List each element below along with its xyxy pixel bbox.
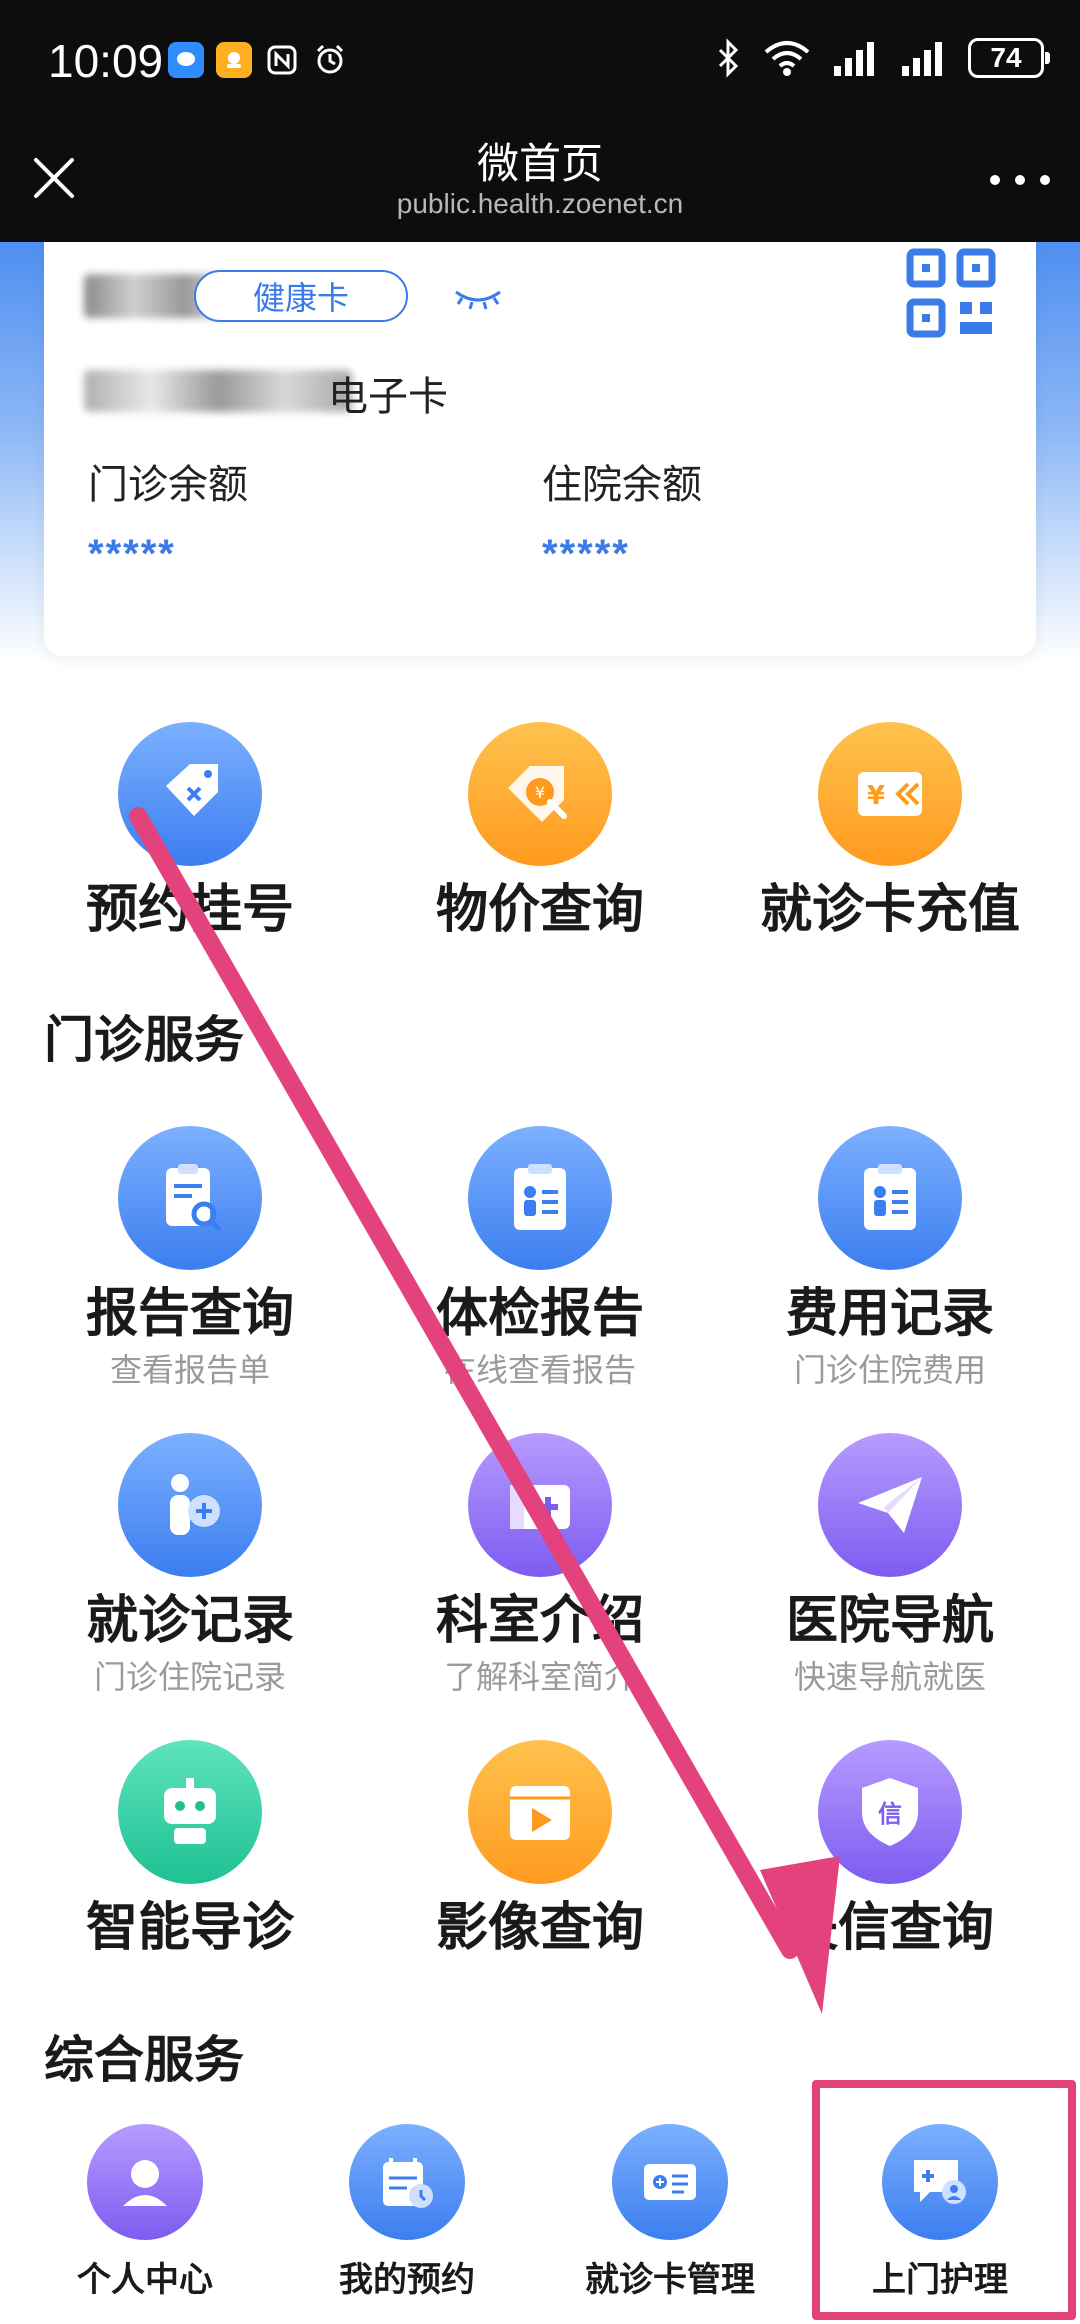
service-fee-records[interactable]: 费用记录 门诊住院费用 <box>715 1126 1065 1392</box>
card-recharge-icon: ¥ <box>818 722 962 866</box>
action-label: 就诊卡充值 <box>759 880 1020 940</box>
health-card-badge[interactable]: 健康卡 <box>194 270 408 322</box>
service-label: 报告查询 <box>85 1284 294 1344</box>
service-desc: 门诊住院记录 <box>93 1658 286 1696</box>
service-label: 科室介绍 <box>435 1591 644 1651</box>
ticket-icon <box>118 722 262 866</box>
service-label: 医院导航 <box>785 1591 994 1651</box>
calendar-clock-icon <box>349 2124 465 2240</box>
general-label: 我的预约 <box>339 2260 475 2300</box>
service-imaging-query[interactable]: 影像查询 <box>365 1740 715 1962</box>
general-label: 就诊卡管理 <box>585 2260 755 2300</box>
service-report-query[interactable]: 报告查询 查看报告单 <box>15 1126 365 1392</box>
status-indicators: 74 <box>716 38 1050 78</box>
service-desc: 了解科室简介 <box>443 1658 636 1696</box>
annotation-highlight-box <box>812 2080 1076 2320</box>
qr-code-icon[interactable] <box>906 248 996 338</box>
action-price-query[interactable]: ¥ 物价查询 <box>365 722 715 944</box>
service-smart-triage[interactable]: 智能导诊 <box>15 1740 365 1962</box>
bluetooth-icon <box>718 38 739 78</box>
price-search-icon: ¥ <box>468 722 612 866</box>
service-label: 体检报告 <box>435 1284 644 1344</box>
health-card[interactable]: 健康卡 电子卡 门诊余额 住院余额 ***** ***** <box>44 242 1036 656</box>
page-title: 微首页 <box>476 139 603 188</box>
service-label: 就诊记录 <box>85 1591 294 1651</box>
service-label: 影像查询 <box>435 1898 644 1958</box>
message-app-icon <box>168 42 204 78</box>
patient-add-icon <box>118 1433 262 1577</box>
department-icon <box>468 1433 612 1577</box>
alarm-icon <box>312 42 348 78</box>
status-bar: 10:09 74 <box>0 0 1080 122</box>
general-card-management[interactable]: 就诊卡管理 <box>540 2124 800 2301</box>
masked-card-number <box>84 370 352 412</box>
service-hospital-navigation[interactable]: 医院导航 快速导航就医 <box>715 1433 1065 1699</box>
outpatient-section-title: 门诊服务 <box>44 1011 244 1069</box>
battery-indicator: 74 <box>968 38 1050 78</box>
general-personal-center[interactable]: 个人中心 <box>15 2124 275 2301</box>
video-play-icon <box>468 1740 612 1884</box>
svg-text:¥: ¥ <box>867 781 885 811</box>
service-label: 失信查询 <box>785 1898 994 1958</box>
general-my-appointments[interactable]: 我的预约 <box>277 2124 537 2301</box>
status-time: 10:09 <box>48 35 164 87</box>
more-menu-button[interactable] <box>990 170 1050 190</box>
action-label: 预约挂号 <box>85 880 294 940</box>
nfc-icon <box>264 42 300 78</box>
outpatient-balance-value: ***** <box>88 532 176 576</box>
general-section-title: 综合服务 <box>44 2031 244 2089</box>
robot-icon <box>118 1740 262 1884</box>
wifi-icon <box>764 41 810 76</box>
clipboard-list-icon <box>818 1126 962 1270</box>
signal-icon <box>834 42 874 76</box>
paper-plane-icon <box>818 1433 962 1577</box>
general-label: 个人中心 <box>77 2260 213 2300</box>
report-search-icon <box>118 1126 262 1270</box>
clipboard-person-icon <box>468 1126 612 1270</box>
signal-icon-2 <box>902 42 942 76</box>
service-desc: 快速导航就医 <box>793 1658 986 1696</box>
service-label: 智能导诊 <box>85 1898 294 1958</box>
page-url: public.health.zoenet.cn <box>396 188 684 219</box>
shopping-app-icon <box>216 42 252 78</box>
user-icon <box>87 2124 203 2240</box>
service-desc: 在线查看报告 <box>443 1351 636 1389</box>
action-card-recharge[interactable]: ¥ 就诊卡充值 <box>715 722 1065 944</box>
status-app-icons <box>168 42 348 78</box>
action-appointment[interactable]: 预约挂号 <box>15 722 365 944</box>
service-desc: 门诊住院费用 <box>793 1351 986 1389</box>
action-label: 物价查询 <box>435 880 644 940</box>
service-checkup-report[interactable]: 体检报告 在线查看报告 <box>365 1126 715 1392</box>
shield-credit-icon: 信 <box>818 1740 962 1884</box>
title-bar: 微首页 public.health.zoenet.cn <box>0 122 1080 242</box>
svg-text:¥: ¥ <box>535 783 545 802</box>
card-manage-icon <box>612 2124 728 2240</box>
service-label: 费用记录 <box>785 1284 994 1344</box>
eye-closed-icon[interactable] <box>452 284 504 310</box>
service-desc: 查看报告单 <box>109 1351 270 1389</box>
service-department-intro[interactable]: 科室介绍 了解科室简介 <box>365 1433 715 1699</box>
card-type: 电子卡 <box>328 374 448 420</box>
service-visit-records[interactable]: 就诊记录 门诊住院记录 <box>15 1433 365 1699</box>
outpatient-balance-label: 门诊余额 <box>88 462 248 508</box>
service-credit-query[interactable]: 信 失信查询 <box>715 1740 1065 1962</box>
svg-text:信: 信 <box>878 1800 902 1828</box>
inpatient-balance-value: ***** <box>542 532 630 576</box>
inpatient-balance-label: 住院余额 <box>542 462 702 508</box>
